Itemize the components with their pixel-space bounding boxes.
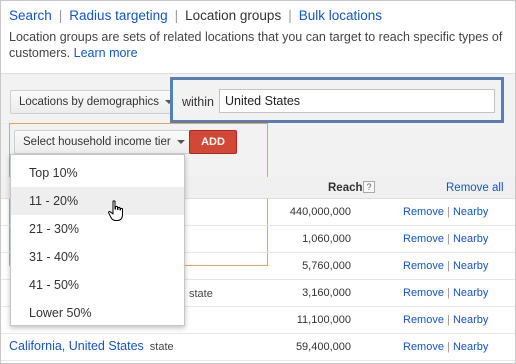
nearby-link[interactable]: Nearby [453,341,488,353]
row-actions: Remove | Nearby [403,206,488,218]
row-actions: Remove | Nearby [403,287,488,299]
location-type: state [149,341,174,353]
menu-item-11-20[interactable]: 11 - 20% [11,187,184,215]
reach-value: 440,000,000 [289,206,351,218]
hand-pointer-cursor [108,200,123,221]
menu-item-21-30[interactable]: 21 - 30% [11,215,184,243]
row-actions: Remove | Nearby [403,341,488,353]
reach-value: 3,160,000 [302,287,351,299]
location-groups-description: Location groups are sets of related loca… [9,29,505,61]
menu-item-31-40[interactable]: 31 - 40% [11,243,184,271]
tab-separator: | [174,8,179,23]
reach-value: 1,060,000 [302,233,351,245]
income-tier-menu: Top 10% 11 - 20% 21 - 30% 31 - 40% 41 - … [10,154,185,326]
location-name: California, United States state [9,339,174,353]
remove-link[interactable]: Remove [403,314,444,326]
remove-link[interactable]: Remove [403,287,444,299]
tab-radius-targeting[interactable]: Radius targeting [69,8,167,23]
action-separator: | [447,206,450,218]
action-separator: | [447,341,450,353]
nearby-link[interactable]: Nearby [453,260,488,272]
action-separator: | [447,287,450,299]
location-targeting-panel: Search | Radius targeting | Location groups |… [0,0,516,364]
location-type-fragment: state [189,288,213,300]
remove-all-link[interactable]: Remove all [446,182,504,194]
nearby-link[interactable]: Nearby [453,206,488,218]
location-group-type-dropdown[interactable]: Locations by demographics [10,90,182,114]
help-icon[interactable]: ? [363,181,375,193]
tab-location-groups[interactable]: Location groups [185,8,281,23]
remove-link[interactable]: Remove [403,206,444,218]
learn-more-link[interactable]: Learn more [74,46,138,60]
location-group-type-label: Locations by demographics [19,96,159,108]
nearby-link[interactable]: Nearby [453,233,488,245]
remove-link[interactable]: Remove [403,341,444,353]
tab-separator: | [58,8,63,23]
reach-value: 11,100,000 [296,314,351,326]
action-separator: | [447,233,450,245]
remove-link[interactable]: Remove [403,233,444,245]
menu-item-41-50[interactable]: 41 - 50% [11,271,184,299]
table-row: California, United States state 59,400,00… [1,334,515,361]
row-actions: Remove | Nearby [403,233,488,245]
location-link[interactable]: California, United States [9,339,144,353]
nearby-link[interactable]: Nearby [453,287,488,299]
row-actions: Remove | Nearby [403,260,488,272]
tab-separator: | [288,8,292,23]
reach-column-header: Reach [328,182,363,194]
action-separator: | [447,314,450,326]
remove-link[interactable]: Remove [403,260,444,272]
row-actions: Remove | Nearby [403,314,488,326]
within-location-input[interactable] [219,89,495,113]
nearby-link[interactable]: Nearby [453,314,488,326]
reach-value: 5,760,000 [302,260,351,272]
within-label: within [182,95,214,109]
location-tabs: Search | Radius targeting | Location groups |… [9,8,382,23]
tab-bulk-locations[interactable]: Bulk locations [299,8,382,23]
menu-item-lower-50[interactable]: Lower 50% [11,299,184,327]
tab-search[interactable]: Search [9,8,52,23]
menu-item-top-10[interactable]: Top 10% [11,159,184,187]
action-separator: | [447,260,450,272]
reach-value: 59,400,000 [295,341,351,353]
